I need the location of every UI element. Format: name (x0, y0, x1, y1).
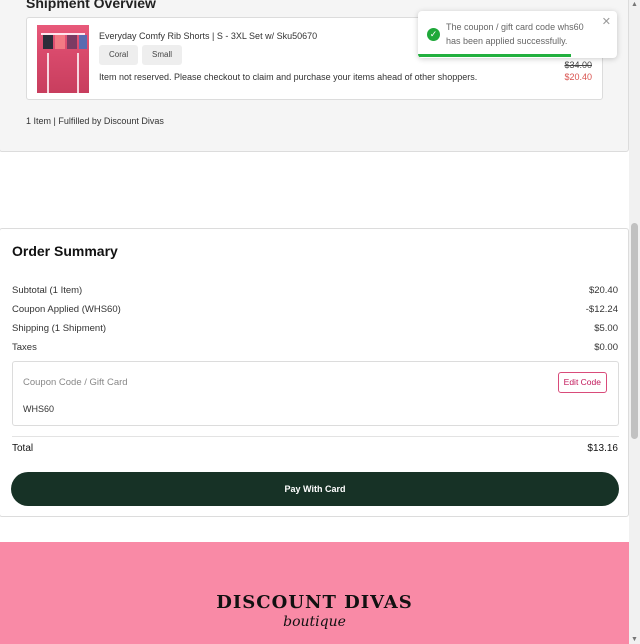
shipping-value: $5.00 (594, 323, 618, 334)
scroll-down-icon[interactable]: ▼ (631, 636, 638, 643)
toast-progress-bar (418, 54, 572, 57)
original-price: $34.00 (564, 60, 592, 70)
size-option-badge: Small (142, 45, 183, 65)
coupon-code-field: Coupon Code / Gift Card Edit Code WHS60 (12, 361, 619, 426)
vertical-scrollbar[interactable]: ▲ ▼ (629, 0, 640, 644)
scroll-up-icon[interactable]: ▲ (631, 1, 638, 8)
close-icon[interactable]: ✕ (602, 15, 611, 28)
order-summary-card: Order Summary Subtotal (1 Item) $20.40 C… (0, 228, 629, 517)
brand-logo-tagline: boutique (283, 614, 346, 630)
coupon-code-value: WHS60 (23, 404, 55, 414)
product-name[interactable]: Everyday Comfy Rib Shorts | S - 3XL Set … (99, 31, 317, 41)
shipment-title: Shipment Overview (26, 0, 156, 11)
coupon-success-toast: ✓ The coupon / gift card code whs60 has … (418, 11, 617, 58)
total-value: $13.16 (587, 443, 618, 454)
brand-logo-name[interactable]: DISCOUNT DIVAS (0, 592, 629, 613)
scrollbar-thumb[interactable] (631, 223, 638, 439)
color-option-badge: Coral (99, 45, 139, 65)
subtotal-value: $20.40 (588, 285, 618, 296)
edit-code-button[interactable]: Edit Code (557, 372, 607, 393)
shipping-label: Shipping (1 Shipment) (12, 323, 106, 334)
coupon-applied-label: Coupon Applied (WHS60) (12, 304, 121, 315)
coupon-applied-value: -$12.24 (585, 304, 618, 315)
coupon-field-label: Coupon Code / Gift Card (23, 377, 128, 388)
success-check-icon: ✓ (427, 28, 440, 41)
total-label: Total (12, 443, 34, 454)
toast-message: The coupon / gift card code whs60 has be… (446, 22, 584, 46)
brand-footer: DISCOUNT DIVAS boutique (0, 542, 629, 644)
product-thumbnail[interactable] (37, 25, 89, 93)
subtotal-label: Subtotal (1 Item) (12, 285, 83, 296)
taxes-label: Taxes (12, 342, 37, 353)
taxes-value: $0.00 (594, 342, 618, 353)
divider (12, 436, 619, 437)
order-summary-title: Order Summary (12, 243, 118, 259)
shipment-footer: 1 Item | Fulfilled by Discount Divas (26, 116, 164, 126)
reservation-notice: Item not reserved. Please checkout to cl… (99, 72, 478, 82)
pay-with-card-button[interactable]: Pay With Card (11, 472, 619, 506)
sale-price: $20.40 (564, 72, 592, 82)
